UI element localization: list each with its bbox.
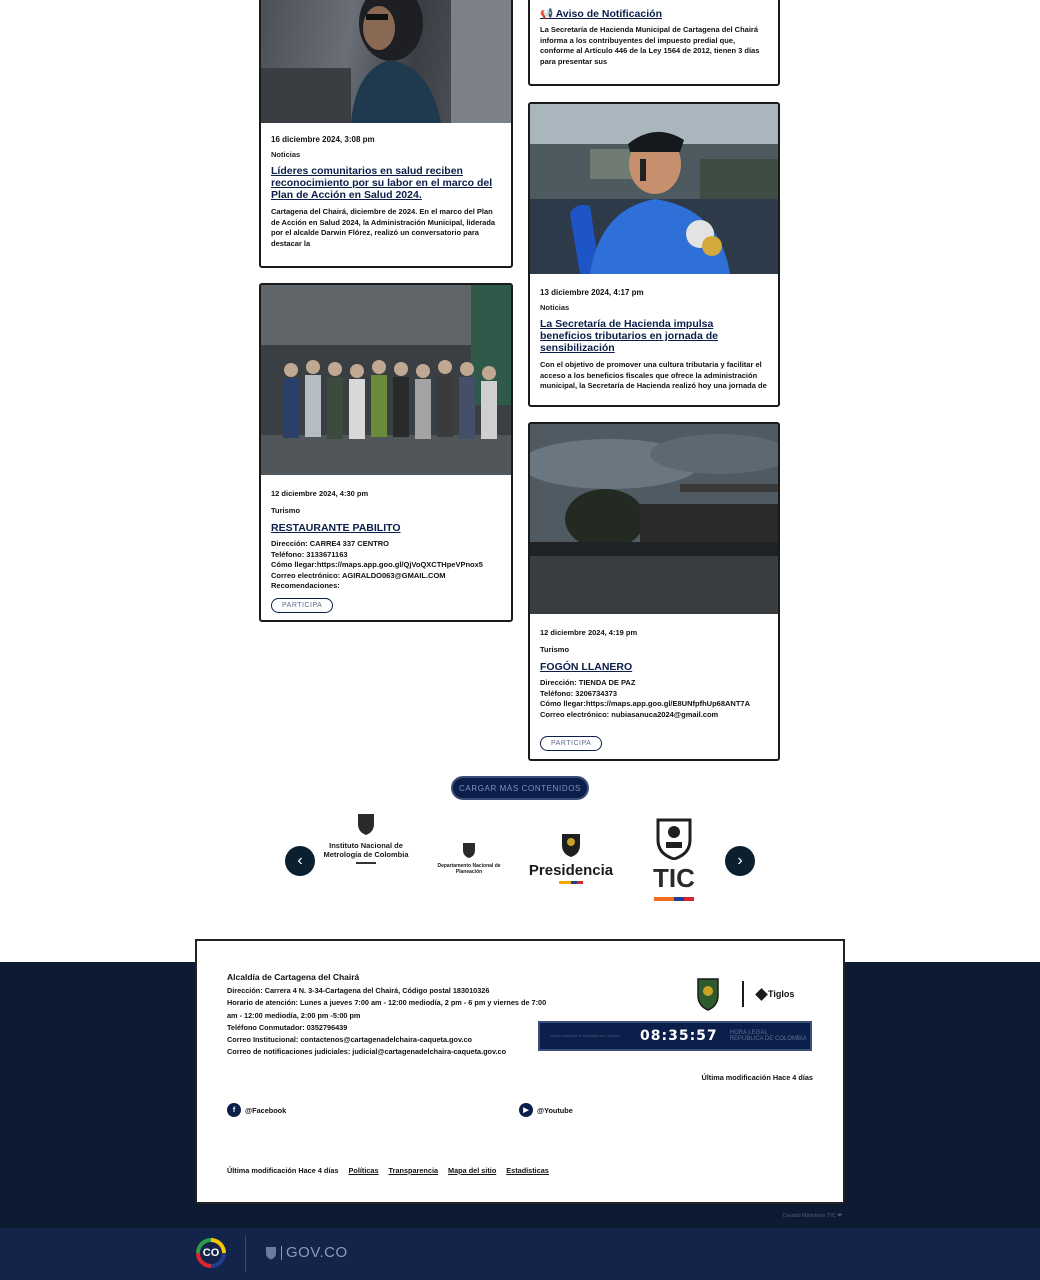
news-category: Noticias xyxy=(540,303,570,312)
tourism-card-pabilito[interactable]: 12 diciembre 2024, 4:30 pm Turismo RESTA… xyxy=(259,283,513,622)
footer-email: Correo Institucional: contactenos@cartag… xyxy=(227,1035,472,1045)
news-title-link[interactable]: La Secretaría de Hacienda impulsa benefi… xyxy=(540,318,768,354)
footer-entity-name: Alcaldía de Cartagena del Chairá xyxy=(227,972,360,982)
footer-links: Última modificación Hace 4 días Política… xyxy=(227,1166,549,1175)
carousel-next-button[interactable]: › xyxy=(725,846,755,876)
news-image-lideres[interactable] xyxy=(261,0,511,123)
youtube-link[interactable]: ▶ @Youtube xyxy=(519,1103,573,1117)
tourism-category: Turismo xyxy=(540,644,570,654)
tourism-category: Turismo xyxy=(271,505,301,515)
divider-bar xyxy=(281,1245,282,1260)
participa-button[interactable]: PARTICIPA xyxy=(271,597,334,613)
co-logo[interactable]: CO xyxy=(196,1238,226,1268)
tourism-phone: Teléfono: 3133671163 xyxy=(271,549,348,559)
tourism-address: Dirección: TIENDA DE PAZ xyxy=(540,678,636,687)
load-more-button[interactable]: CARGAR MÁS CONTENIDOS xyxy=(451,776,589,800)
woman-photo xyxy=(261,0,511,123)
news-excerpt: Cartagena del Chairá, diciembre de 2024.… xyxy=(271,207,496,248)
footer-card: Alcaldía de Cartagena del Chairá Direcci… xyxy=(195,939,845,1204)
participa-button[interactable]: PARTICIPA xyxy=(540,736,603,751)
notice-card[interactable]: 📢 Aviso de Notificación La Secretaría de… xyxy=(528,0,780,86)
footer-credit: Creado Ministerio TIC ❤ xyxy=(782,1213,842,1219)
last-modified-right: Última modificación Hace 4 días xyxy=(701,1073,813,1082)
clock-inm-logo: Instituto Nacional de Metrología de Colo… xyxy=(550,1033,620,1038)
tiglos-logo[interactable]: Tiglos xyxy=(755,987,794,1001)
link-mapa-sitio[interactable]: Mapa del sitio xyxy=(448,1166,496,1175)
link-transparencia[interactable]: Transparencia xyxy=(389,1166,438,1175)
diamond-icon xyxy=(755,987,768,1001)
tourism-directions: Cómo llegar:https://maps.app.goo.gl/QjVo… xyxy=(271,560,483,569)
govco-logo[interactable]: GOV.CO xyxy=(265,1244,348,1261)
legal-time-clock: Instituto Nacional de Metrología de Colo… xyxy=(538,1021,812,1051)
street-photo xyxy=(530,424,778,614)
group-photo xyxy=(261,285,511,475)
facebook-icon: f xyxy=(227,1103,241,1117)
footer-email-judicial: Correo de notificaciones judiciales: jud… xyxy=(227,1047,507,1057)
tourism-recommendations: Recomendaciones: xyxy=(271,581,340,590)
shield-icon xyxy=(266,1246,276,1259)
tourism-email: Correo electrónico: AGIRALDO063@GMAIL.CO… xyxy=(271,570,446,580)
tourism-title-link[interactable]: RESTAURANTE PABILITO xyxy=(271,522,501,534)
footer-hours-cont: am - 12:00 mediodía, 2:00 pm -5:00 pm xyxy=(227,1010,361,1020)
municipality-shield-icon xyxy=(697,978,719,1011)
clock-time: 08:35:57 xyxy=(640,1028,718,1044)
tourism-title-link[interactable]: FOGÓN LLANERO xyxy=(540,661,768,673)
logo-presidencia[interactable]: Presidencia xyxy=(528,832,614,884)
news-date: 16 diciembre 2024, 3:08 pm xyxy=(271,135,375,144)
tourism-email: Correo electrónico: nubiasanuca2024@gmai… xyxy=(540,709,719,719)
tourism-phone: Teléfono: 3206734373 xyxy=(540,688,617,698)
news-card-lideres[interactable]: 16 diciembre 2024, 3:08 pm Noticias Líde… xyxy=(259,0,513,268)
footer-phone: Teléfono Conmutador: 0352796439 xyxy=(227,1022,348,1032)
tourism-image-pabilito[interactable] xyxy=(261,285,511,475)
coat-of-arms-icon xyxy=(656,818,692,861)
news-category: Noticias xyxy=(271,150,301,159)
flag-stripe xyxy=(654,897,694,901)
coat-of-arms-icon xyxy=(358,814,374,835)
footer-hours: Horario de atención: Lunes a jueves 7:00… xyxy=(227,998,547,1008)
news-title-link[interactable]: Líderes comunitarios en salud reciben re… xyxy=(271,165,501,201)
link-politicas[interactable]: Políticas xyxy=(349,1166,379,1175)
tourism-directions: Cómo llegar:https://maps.app.goo.gl/E8UN… xyxy=(540,699,751,708)
notice-excerpt: La Secretaría de Hacienda Municipal de C… xyxy=(540,25,760,66)
carousel-prev-button[interactable]: ‹ xyxy=(285,846,315,876)
youtube-icon: ▶ xyxy=(519,1103,533,1117)
tourism-date: 12 diciembre 2024, 4:30 pm xyxy=(271,489,369,498)
tourism-image-fogon[interactable] xyxy=(530,424,778,614)
tourism-address: Dirección: CARRE4 337 CENTRO xyxy=(271,539,389,548)
officer-photo xyxy=(530,104,778,274)
news-date: 13 diciembre 2024, 4:17 pm xyxy=(540,288,644,297)
news-card-hacienda[interactable]: 13 diciembre 2024, 4:17 pm Noticias La S… xyxy=(528,102,780,407)
news-image-hacienda[interactable] xyxy=(530,104,778,274)
logo-planeacion[interactable]: Departamento Nacional de Planeación xyxy=(434,842,504,875)
flag-stripe xyxy=(356,862,376,864)
clock-label-sub: REPÚBLICA DE COLOMBIA xyxy=(729,1036,807,1042)
chevron-left-icon: ‹ xyxy=(297,852,303,869)
news-excerpt: Con el objetivo de promover una cultura … xyxy=(540,360,767,390)
link-estadisticas[interactable]: Estadísticas xyxy=(506,1166,549,1175)
last-modified: Última modificación Hace 4 días xyxy=(227,1166,339,1175)
flag-stripe xyxy=(559,881,583,884)
footer-address: Dirección: Carrera 4 N. 3-34-Cartagena d… xyxy=(227,986,490,996)
tourism-date: 12 diciembre 2024, 4:19 pm xyxy=(540,628,638,637)
coat-of-arms-icon xyxy=(463,843,475,858)
logo-tic[interactable]: TIC xyxy=(648,816,700,901)
govco-divider xyxy=(245,1236,246,1272)
chevron-right-icon: › xyxy=(737,852,743,869)
logo-divider xyxy=(742,981,744,1007)
govco-bar: CO GOV.CO xyxy=(0,1228,1040,1280)
coat-of-arms-icon xyxy=(562,834,580,857)
tourism-card-fogon[interactable]: 12 diciembre 2024, 4:19 pm Turismo FOGÓN… xyxy=(528,422,780,761)
notice-title-link[interactable]: 📢 Aviso de Notificación xyxy=(540,8,768,20)
logo-metrologia[interactable]: Instituto Nacional de Metrología de Colo… xyxy=(318,812,414,864)
facebook-link[interactable]: f @Facebook xyxy=(227,1103,286,1117)
